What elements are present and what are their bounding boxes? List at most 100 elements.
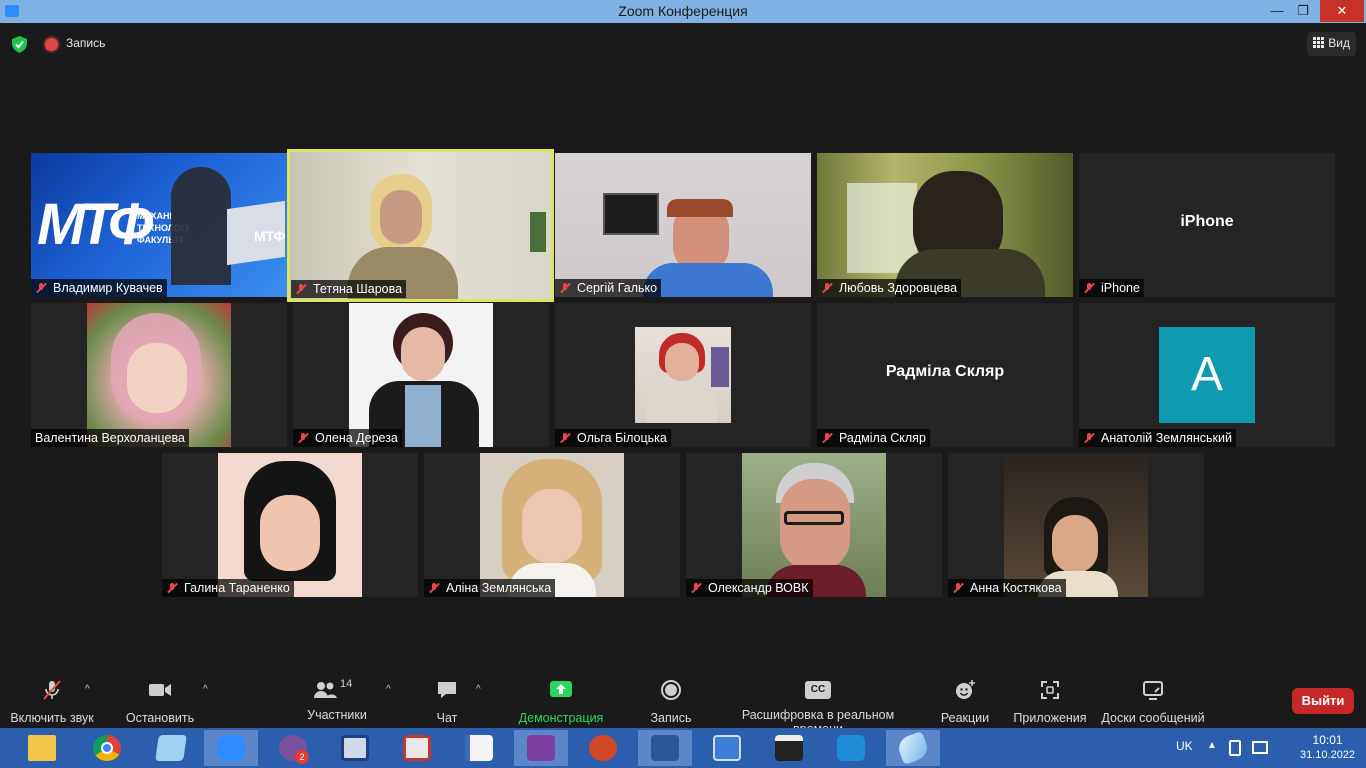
tray-expand-icon[interactable]: ▲ bbox=[1207, 740, 1217, 751]
mic-muted-icon bbox=[43, 680, 61, 700]
remote-desktop-taskbar-button[interactable] bbox=[700, 730, 754, 766]
avatar: A bbox=[1159, 327, 1255, 423]
mic-muted-icon bbox=[821, 282, 833, 294]
whiteboards-button[interactable]: Доски сообщений bbox=[1100, 678, 1206, 725]
remote-desktop-icon bbox=[713, 735, 741, 761]
file-explorer-taskbar-button[interactable] bbox=[15, 730, 69, 766]
chat-options-caret[interactable]: ^ bbox=[476, 684, 481, 695]
participant-tile[interactable]: Галина Тараненко bbox=[162, 453, 418, 597]
language-indicator[interactable]: UK bbox=[1176, 739, 1193, 753]
mtf-logo: МТФ bbox=[37, 192, 153, 257]
participant-name: Олена Дереза bbox=[315, 431, 398, 445]
unmute-button[interactable]: Включить звук bbox=[10, 678, 94, 725]
security-shield-icon[interactable] bbox=[12, 36, 27, 53]
chrome-taskbar-button[interactable] bbox=[80, 730, 134, 766]
powerpoint-taskbar-button[interactable] bbox=[576, 730, 630, 766]
apps-icon bbox=[1041, 681, 1059, 699]
participant-tile[interactable]: Олександр ВОВК bbox=[686, 453, 942, 597]
participant-name-bar: Любовь Здоровцева bbox=[817, 279, 962, 297]
wall-poster bbox=[530, 212, 546, 252]
participant-name-bar: Владимир Кувачев bbox=[31, 279, 167, 297]
grid-icon bbox=[1313, 37, 1325, 48]
word-taskbar-button[interactable] bbox=[638, 730, 692, 766]
zoom-taskbar-button[interactable] bbox=[204, 730, 258, 766]
participants-icon bbox=[314, 682, 337, 698]
participant-tile[interactable]: Любовь Здоровцева bbox=[817, 153, 1073, 297]
participant-tile[interactable]: iPhone iPhone bbox=[1079, 153, 1335, 297]
whiteboards-label: Доски сообщений bbox=[1101, 711, 1205, 725]
person-body bbox=[643, 263, 773, 297]
maximize-button[interactable]: ❐ bbox=[1288, 0, 1318, 22]
participant-tile[interactable]: Аліна Землянська bbox=[424, 453, 680, 597]
media-player-taskbar-button[interactable] bbox=[762, 730, 816, 766]
participant-name: Галина Тараненко bbox=[184, 581, 290, 595]
feather-app-taskbar-button[interactable] bbox=[886, 730, 940, 766]
video-options-caret[interactable]: ^ bbox=[203, 684, 208, 695]
battery-icon[interactable] bbox=[1229, 740, 1241, 756]
participant-tile[interactable]: A Анатолій Землянський bbox=[1079, 303, 1335, 447]
meeting-toolbar: Включить звук ^ Остановить видео ^ 14 Уч… bbox=[0, 672, 1366, 739]
person-face bbox=[380, 190, 422, 244]
participants-count: 14 bbox=[340, 678, 353, 690]
view-button[interactable]: Вид bbox=[1307, 32, 1356, 56]
network-icon[interactable] bbox=[1252, 741, 1268, 754]
participant-tile-active-speaker[interactable]: Тетяна Шарова bbox=[287, 149, 554, 302]
participant-name-bar: Сергій Галько bbox=[555, 279, 662, 297]
zoom-meetings-taskbar-button[interactable] bbox=[824, 730, 878, 766]
participant-tile[interactable]: МТФ МЕХАНІ ТЕХНОЛОГІ ФАКУЛЬТЕ МТФ Владимир… bbox=[31, 153, 287, 297]
participant-name: Сергій Галько bbox=[577, 281, 658, 295]
unmute-label: Включить звук bbox=[10, 711, 94, 725]
pdf-editor-icon bbox=[527, 735, 555, 761]
participant-tile[interactable]: Олена Дереза bbox=[293, 303, 549, 447]
participant-name: Ольга Білоцька bbox=[577, 431, 667, 445]
reactions-button[interactable]: Реакции bbox=[940, 678, 990, 725]
pdf-editor-taskbar-button[interactable] bbox=[514, 730, 568, 766]
eyeglasses bbox=[784, 511, 844, 525]
participant-tile[interactable]: Анна Костякова bbox=[948, 453, 1204, 597]
pdf-tool-taskbar-button[interactable] bbox=[390, 730, 444, 766]
participant-name: Анна Костякова bbox=[970, 581, 1062, 595]
apps-button[interactable]: Приложения bbox=[1012, 678, 1088, 725]
viber-taskbar-button[interactable]: 2 bbox=[266, 730, 320, 766]
mic-muted-icon bbox=[166, 582, 178, 594]
chat-button[interactable]: Чат bbox=[430, 678, 464, 725]
recording-label[interactable]: Запись bbox=[66, 36, 105, 50]
folder-icon bbox=[28, 735, 56, 761]
pdf-tool-icon bbox=[403, 735, 431, 761]
person-silhouette bbox=[171, 167, 231, 285]
participant-name: Тетяна Шарова bbox=[313, 282, 403, 296]
clock-date: 31.10.2022 bbox=[1300, 749, 1356, 761]
participant-name: Валентина Верхоланцева bbox=[35, 431, 185, 445]
participants-button[interactable]: 14 Участники bbox=[300, 678, 374, 722]
participants-options-caret[interactable]: ^ bbox=[386, 684, 391, 695]
mic-muted-icon bbox=[1083, 282, 1095, 294]
participant-tile[interactable]: Валентина Верхоланцева bbox=[31, 303, 287, 447]
docs-taskbar-button[interactable] bbox=[452, 730, 506, 766]
share-screen-icon bbox=[550, 681, 572, 697]
participant-name-bar: Аліна Землянська bbox=[424, 579, 556, 597]
leave-meeting-button[interactable]: Выйти bbox=[1292, 688, 1354, 714]
participant-tile[interactable]: Радміла Скляр Радміла Скляр bbox=[817, 303, 1073, 447]
notepad-taskbar-button[interactable] bbox=[144, 730, 198, 766]
video-camera-icon bbox=[149, 684, 171, 696]
wall-picture bbox=[603, 193, 659, 235]
chat-bubble-icon bbox=[438, 682, 456, 698]
participant-tile[interactable]: Сергій Галько bbox=[555, 153, 811, 297]
participant-display-name: iPhone bbox=[1180, 213, 1234, 230]
person-face bbox=[522, 489, 582, 563]
window-titlebar: Zoom Конференция — ❐ ✕ bbox=[0, 0, 1366, 23]
view-label: Вид bbox=[1328, 36, 1350, 50]
clock-time: 10:01 bbox=[1312, 733, 1343, 747]
clock[interactable]: 10:01 31.10.2022 bbox=[1300, 733, 1355, 761]
person-face bbox=[780, 479, 850, 571]
participant-name: Владимир Кувачев bbox=[53, 281, 163, 295]
audio-options-caret[interactable]: ^ bbox=[85, 684, 90, 695]
participant-tile[interactable]: Ольга Білоцька bbox=[555, 303, 811, 447]
lenovo-taskbar-button[interactable] bbox=[328, 730, 382, 766]
close-button[interactable]: ✕ bbox=[1320, 0, 1364, 22]
participant-name-bar: Олександр ВОВК bbox=[686, 579, 813, 597]
record-button[interactable]: Запись bbox=[648, 678, 694, 725]
film-clapper-icon bbox=[775, 735, 803, 761]
participant-name-bar: Галина Тараненко bbox=[162, 579, 294, 597]
person-hair bbox=[667, 199, 733, 217]
